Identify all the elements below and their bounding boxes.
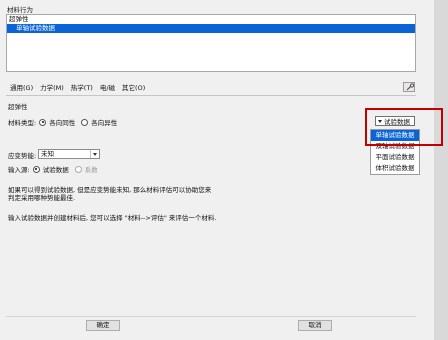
info-text-2: 判定采用哪种势能最佳.: [8, 194, 76, 202]
hyperelastic-title: 超弹性: [8, 103, 28, 111]
anisotropic-label[interactable]: 各向异性: [91, 117, 117, 127]
menu-item-planar[interactable]: 平面试验数据: [371, 152, 419, 163]
info-text-3: 输入试验数据并创建材料后, 您可以选择 "材料-->评估" 来评估一个材料.: [8, 214, 217, 222]
ok-button[interactable]: 确定: [86, 320, 120, 331]
input-source-label: 输入源:: [8, 166, 30, 174]
isotropic-radio[interactable]: [39, 118, 47, 126]
test-data-label[interactable]: 试验数据: [43, 164, 69, 174]
edit-material-dialog: 材料行为 超弹性 单轴试验数据 通用(G) 力学(M) 热学(T) 电/磁 其它…: [0, 0, 434, 340]
menu-thermal[interactable]: 热学(T): [71, 82, 93, 92]
strain-energy-label: 应变势能:: [8, 152, 37, 160]
material-type-row: 材料类型: 各向同性 各向异性: [8, 117, 117, 127]
coefficients-label[interactable]: 系数: [85, 164, 98, 174]
coefficients-radio[interactable]: [74, 165, 82, 173]
menu-item-volumetric[interactable]: 体积试验数据: [371, 163, 419, 174]
chevron-down-icon[interactable]: [90, 150, 99, 158]
strain-energy-value: 未知: [41, 150, 54, 158]
isotropic-label[interactable]: 各向同性: [49, 117, 75, 127]
anisotropic-radio[interactable]: [81, 118, 89, 126]
edit-tool-button[interactable]: [403, 82, 415, 92]
test-data-radio[interactable]: [32, 165, 40, 173]
list-item[interactable]: 超弹性: [7, 15, 415, 24]
behavior-menu-bar: 通用(G) 力学(M) 热学(T) 电/磁 其它(O): [10, 82, 145, 92]
info-text-1: 如果可以得到试验数据, 但是应变势能未知, 那么材料评估可以协助您来: [8, 186, 212, 194]
menu-electromagnetic[interactable]: 电/磁: [100, 82, 115, 92]
background-window-edge: [434, 0, 448, 340]
strain-energy-select[interactable]: 未知: [38, 149, 100, 159]
material-behavior-list[interactable]: 超弹性 单轴试验数据: [6, 14, 416, 72]
cancel-button[interactable]: 取消: [298, 320, 332, 331]
menu-mechanical[interactable]: 力学(M): [40, 82, 64, 92]
annotation-highlight-box: [365, 108, 443, 146]
wrench-icon: [406, 83, 415, 91]
material-type-label: 材料类型:: [8, 119, 37, 127]
separator: [6, 95, 416, 96]
input-source-row: 输入源: 试验数据 系数: [8, 164, 98, 174]
material-behavior-title: 材料行为: [7, 6, 33, 14]
menu-other[interactable]: 其它(O): [122, 82, 145, 92]
list-item-selected[interactable]: 单轴试验数据: [7, 24, 415, 33]
menu-general[interactable]: 通用(G): [10, 82, 33, 92]
footer-separator: [6, 316, 416, 317]
